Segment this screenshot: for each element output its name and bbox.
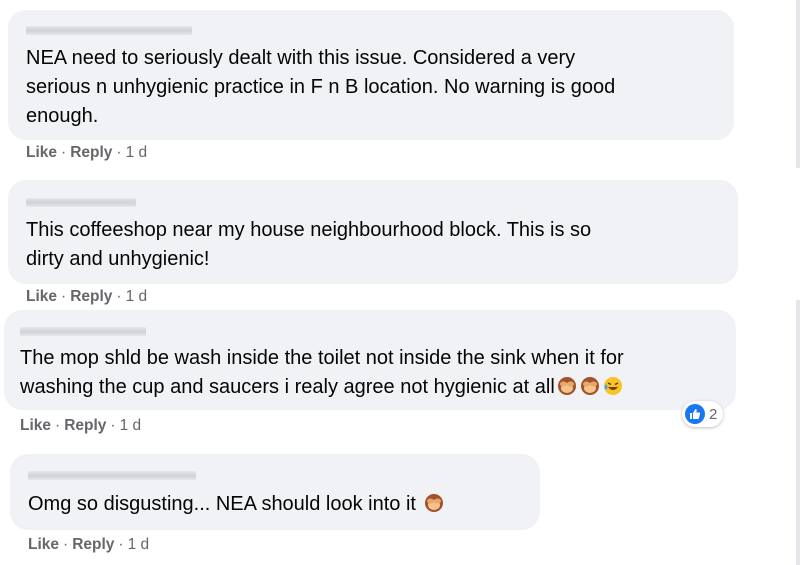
reply-link[interactable]: Reply bbox=[70, 144, 112, 161]
separator: · bbox=[55, 417, 61, 434]
like-link[interactable]: Like bbox=[28, 536, 59, 553]
separator: · bbox=[110, 417, 116, 434]
separator: · bbox=[61, 288, 67, 305]
comment-actions: Like · Reply · 1 d bbox=[20, 417, 141, 435]
comment-text-line: enough. bbox=[26, 105, 99, 127]
reaction-count: 2 bbox=[709, 405, 718, 423]
reaction-count-chip[interactable]: 2 bbox=[682, 401, 724, 427]
comment-text: washing the cup and saucers i realy agre… bbox=[20, 376, 555, 398]
comment-text-line: This coffeeshop near my house neighbourh… bbox=[26, 219, 592, 241]
see-no-evil-monkey-icon bbox=[424, 494, 443, 512]
reply-link[interactable]: Reply bbox=[72, 536, 114, 553]
comment-actions: Like · Reply · 1 d bbox=[26, 288, 147, 306]
comment-text-line: Omg so disgusting... NEA should look int… bbox=[28, 490, 445, 519]
scrollbar-track[interactable] bbox=[796, 300, 800, 565]
commenter-name-redacted[interactable] bbox=[28, 471, 196, 480]
reply-link[interactable]: Reply bbox=[70, 288, 112, 305]
separator: · bbox=[116, 144, 122, 161]
scrollbar-track[interactable] bbox=[796, 0, 800, 168]
separator: · bbox=[116, 288, 122, 305]
like-reaction-icon bbox=[685, 404, 705, 424]
like-link[interactable]: Like bbox=[26, 144, 57, 161]
comment-timestamp[interactable]: 1 d bbox=[120, 417, 142, 434]
like-link[interactable]: Like bbox=[26, 288, 57, 305]
see-no-evil-monkey-icon bbox=[557, 377, 576, 395]
comment-timestamp[interactable]: 1 d bbox=[128, 536, 150, 553]
separator: · bbox=[61, 144, 67, 161]
reply-link[interactable]: Reply bbox=[64, 417, 106, 434]
commenter-name-redacted[interactable] bbox=[20, 327, 146, 336]
comment-text-line: dirty and unhygienic! bbox=[26, 248, 210, 270]
comment-actions: Like · Reply · 1 d bbox=[28, 536, 149, 554]
see-no-evil-monkey-icon bbox=[580, 377, 599, 395]
commenter-name-redacted[interactable] bbox=[26, 198, 136, 207]
comment-timestamp[interactable]: 1 d bbox=[126, 144, 148, 161]
separator: · bbox=[63, 536, 69, 553]
comment-timestamp[interactable]: 1 d bbox=[126, 288, 148, 305]
commenter-name-redacted[interactable] bbox=[26, 26, 192, 35]
comment-text-line: washing the cup and saucers i realy agre… bbox=[20, 373, 624, 402]
comment-text-line: The mop shld be wash inside the toilet n… bbox=[20, 347, 624, 369]
comment-text: Omg so disgusting... NEA should look int… bbox=[28, 493, 416, 515]
like-link[interactable]: Like bbox=[20, 417, 51, 434]
separator: · bbox=[118, 536, 124, 553]
comment-actions: Like · Reply · 1 d bbox=[26, 144, 147, 162]
comment-text-line: NEA need to seriously dealt with this is… bbox=[26, 47, 576, 69]
comment-text-line: serious n unhygienic practice in F n B l… bbox=[26, 76, 616, 98]
laughing-face-icon bbox=[603, 377, 622, 395]
